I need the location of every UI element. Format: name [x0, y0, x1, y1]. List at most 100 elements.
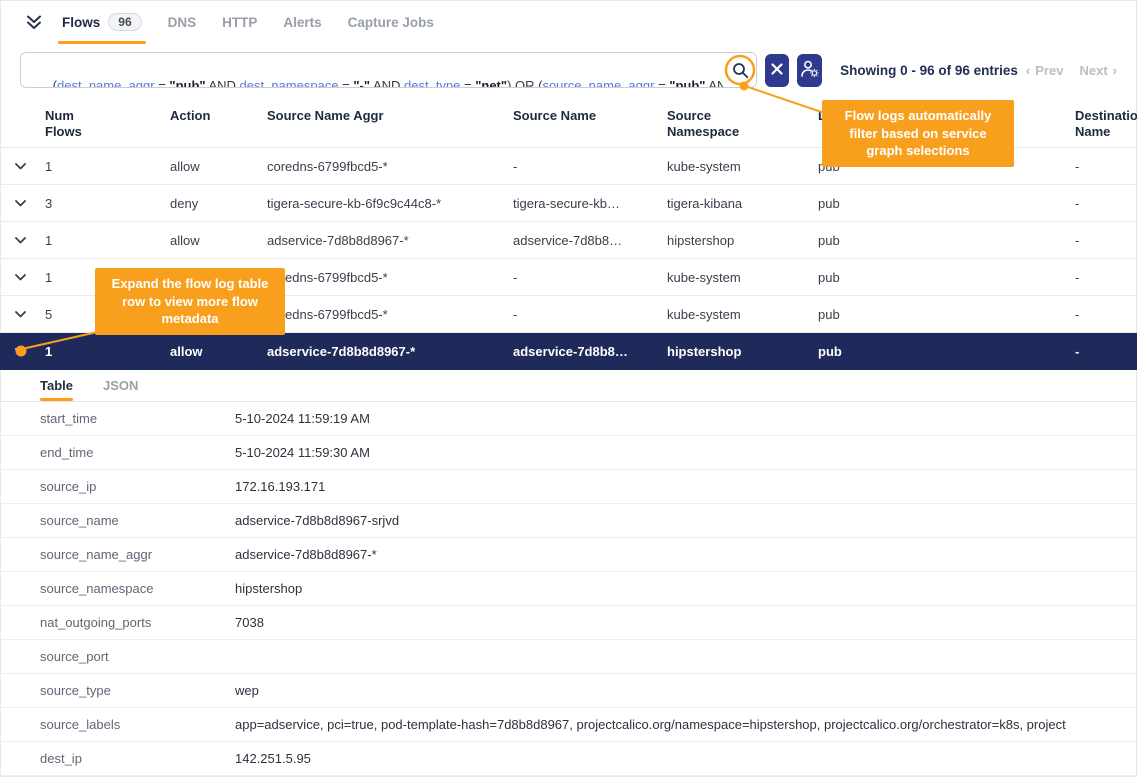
cell-action: deny	[165, 196, 262, 211]
query-token: dest_name_aggr	[57, 78, 155, 89]
field-key: end_time	[40, 445, 235, 460]
detail-field-row: source_namespace hipstershop	[0, 572, 1137, 606]
table-row[interactable]: 3 deny tigera-secure-kb-6f9c9c44c8-* tig…	[0, 185, 1137, 222]
prev-page-button[interactable]: ‹ Prev	[1026, 63, 1064, 78]
filter-query-input[interactable]: (dest_name_aggr = "pub" AND dest_namespa…	[20, 52, 757, 88]
column-header: Source Namespace	[662, 108, 813, 141]
cell-destination-name: -	[1070, 344, 1137, 359]
tab-label: Capture Jobs	[348, 15, 434, 30]
search-icon[interactable]	[724, 53, 756, 87]
cell-source-name: adservice-7d8b8…	[508, 344, 662, 359]
field-value: 172.16.193.171	[235, 479, 1137, 494]
cell-action: allow	[165, 233, 262, 248]
cell-action: allow	[165, 344, 262, 359]
field-key: source_labels	[40, 717, 235, 732]
field-key: dest_ip	[40, 751, 235, 766]
query-token: =	[654, 78, 669, 89]
field-key: nat_outgoing_ports	[40, 615, 235, 630]
table-row[interactable]: 1 allow adservice-7d8b8d8967-* adservice…	[0, 333, 1137, 370]
chevron-right-icon: ›	[1113, 63, 1117, 78]
field-key: source_name_aggr	[40, 547, 235, 562]
detail-field-row: start_time 5-10-2024 11:59:19 AM	[0, 402, 1137, 436]
detail-tab[interactable]: JSON	[103, 370, 138, 401]
cell-dest-name-aggr: pub	[813, 233, 1070, 248]
cell-num-flows: 1	[40, 233, 165, 248]
detail-field-row: source_type wep	[0, 674, 1137, 708]
row-expand-chevron-icon[interactable]	[0, 163, 40, 170]
tab-count-badge: 96	[108, 13, 141, 31]
field-key: source_name	[40, 513, 235, 528]
top-tab[interactable]: DNS	[168, 0, 197, 44]
column-header: Num Flows	[40, 108, 165, 141]
detail-field-row: nat_outgoing_ports 7038	[0, 606, 1137, 640]
close-icon	[771, 63, 783, 78]
cell-source-namespace: kube-system	[662, 270, 813, 285]
top-tab[interactable]: Flows 96	[62, 0, 142, 44]
next-page-button[interactable]: Next ›	[1079, 63, 1117, 78]
query-token: dest_type	[404, 78, 460, 89]
cell-action: allow	[165, 159, 262, 174]
chevron-left-icon: ‹	[1026, 63, 1030, 78]
detail-field-row: source_name_aggr adservice-7d8b8d8967-*	[0, 538, 1137, 572]
entries-count-text: Showing 0 - 96 of 96 entries	[840, 63, 1018, 78]
detail-field-row: end_time 5-10-2024 11:59:30 AM	[0, 436, 1137, 470]
table-row[interactable]: 1 allow adservice-7d8b8d8967-* adservice…	[0, 222, 1137, 259]
cell-destination-name: -	[1070, 233, 1137, 248]
detail-tab[interactable]: Table	[40, 370, 73, 401]
field-value: 142.251.5.95	[235, 751, 1137, 766]
cell-source-name-aggr: tigera-secure-kb-6f9c9c44c8-*	[262, 196, 508, 211]
cell-dest-name-aggr: pub	[813, 307, 1070, 322]
cell-source-name-aggr: coredns-6799fbcd5-*	[262, 270, 508, 285]
cell-source-name: adservice-7d8b8…	[508, 233, 662, 248]
row-expand-chevron-icon[interactable]	[0, 311, 40, 318]
query-token: ) OR (	[507, 78, 542, 89]
cell-source-name: tigera-secure-kb…	[508, 196, 662, 211]
row-expand-chevron-icon[interactable]	[0, 274, 40, 281]
top-tabs: Flows 96 DNS HTTP Alerts	[62, 0, 460, 44]
field-key: source_port	[40, 649, 235, 664]
top-tab[interactable]: Capture Jobs	[348, 0, 434, 44]
clear-filter-button[interactable]	[765, 54, 789, 87]
field-key: source_type	[40, 683, 235, 698]
query-token: AND	[206, 78, 240, 89]
user-gear-icon	[799, 59, 820, 81]
detail-tabs: Table JSON	[0, 370, 1137, 402]
query-token: "net"	[475, 78, 507, 89]
row-expand-chevron-icon[interactable]	[0, 200, 40, 207]
detail-tab-label: JSON	[103, 378, 138, 393]
top-tab[interactable]: HTTP	[222, 0, 257, 44]
cell-destination-name: -	[1070, 196, 1137, 211]
detail-field-row: dest_ip 142.251.5.95	[0, 742, 1137, 776]
pagination: ‹ Prev Next ›	[1026, 63, 1117, 78]
filter-callout: Flow logs automatically filter based on …	[822, 100, 1014, 167]
top-tab-bar: Flows 96 DNS HTTP Alerts	[0, 0, 1137, 44]
field-value: 7038	[235, 615, 1137, 630]
query-token: =	[155, 78, 170, 89]
cell-num-flows: 1	[40, 344, 165, 359]
field-key: source_namespace	[40, 581, 235, 596]
query-token: source_name_aggr	[542, 78, 654, 89]
detail-field-row: source_name adservice-7d8b8d8967-srjvd	[0, 504, 1137, 538]
cell-source-name: -	[508, 307, 662, 322]
flow-table-body: 1 allow coredns-6799fbcd5-* - kube-syste…	[0, 148, 1137, 370]
query-token: =	[460, 78, 475, 89]
filter-query-text: (dest_name_aggr = "pub" AND dest_namespa…	[21, 52, 756, 88]
tab-label: DNS	[168, 15, 197, 30]
collapse-panel-icon[interactable]	[26, 0, 42, 44]
top-tab[interactable]: Alerts	[283, 0, 321, 44]
tab-label: Alerts	[283, 15, 321, 30]
prev-label: Prev	[1035, 63, 1063, 78]
field-value: hipstershop	[235, 581, 1137, 596]
tab-label: HTTP	[222, 15, 257, 30]
query-token: AND	[370, 78, 404, 89]
column-header: Destination Name	[1070, 108, 1137, 141]
user-settings-button[interactable]	[797, 54, 823, 87]
detail-field-row: source_ip 172.16.193.171	[0, 470, 1137, 504]
detail-field-row: source_labels app=adservice, pci=true, p…	[0, 708, 1137, 742]
query-token: dest_namespace	[240, 78, 339, 89]
filter-bar: (dest_name_aggr = "pub" AND dest_namespa…	[0, 44, 1137, 96]
row-expand-chevron-icon[interactable]	[0, 237, 40, 244]
cell-destination-name: -	[1070, 270, 1137, 285]
row-expand-chevron-icon[interactable]	[0, 348, 40, 355]
cell-source-namespace: kube-system	[662, 307, 813, 322]
